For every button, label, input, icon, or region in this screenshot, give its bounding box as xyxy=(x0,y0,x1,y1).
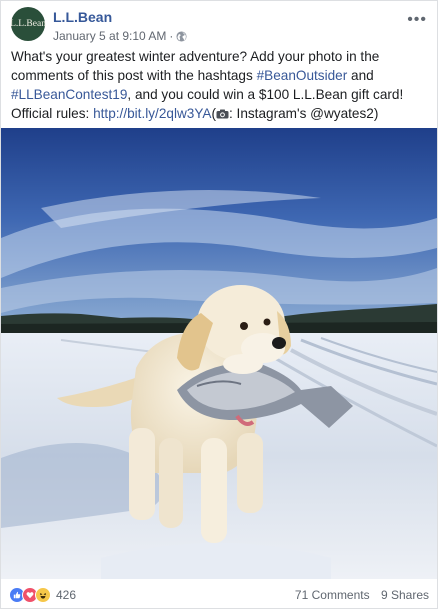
shares-count-link[interactable]: 9 Shares xyxy=(381,588,429,602)
post-text-part: and xyxy=(347,68,374,83)
meta-separator: · xyxy=(169,29,174,43)
hashtag-beanoutsider[interactable]: #BeanOutsider xyxy=(257,68,348,83)
facebook-post: L.L.Bean L.L.Bean January 5 at 9:10 AM ·… xyxy=(0,0,438,609)
camera-icon xyxy=(216,105,229,119)
post-message: What's your greatest winter adventure? A… xyxy=(11,47,429,123)
post-meta: January 5 at 9:10 AM · xyxy=(53,29,187,43)
reaction-count: 426 xyxy=(56,588,77,602)
logo-text: L.L.Bean xyxy=(10,19,46,29)
rules-link[interactable]: http://bit.ly/2qlw3YA xyxy=(93,106,211,121)
hashtag-llbeancontest19[interactable]: #LLBeanContest19 xyxy=(11,87,127,102)
post-footer: 426 71 Comments 9 Shares xyxy=(1,579,437,609)
engagement-stats: 71 Comments 9 Shares xyxy=(295,588,429,602)
page-name-link[interactable]: L.L.Bean xyxy=(53,9,112,25)
globe-icon[interactable] xyxy=(176,30,187,42)
post-text-part: : Instagram's @wyates2) xyxy=(229,106,379,121)
post-header: L.L.Bean L.L.Bean January 5 at 9:10 AM ·… xyxy=(10,7,427,47)
comments-count-link[interactable]: 71 Comments xyxy=(295,588,370,602)
page-avatar[interactable]: L.L.Bean xyxy=(10,7,46,41)
post-photo[interactable] xyxy=(1,128,437,579)
post-timestamp[interactable]: January 5 at 9:10 AM xyxy=(53,29,166,43)
haha-icon xyxy=(35,587,51,603)
more-options-icon[interactable]: ••• xyxy=(407,11,427,29)
reactions-summary[interactable]: 426 xyxy=(9,587,76,603)
